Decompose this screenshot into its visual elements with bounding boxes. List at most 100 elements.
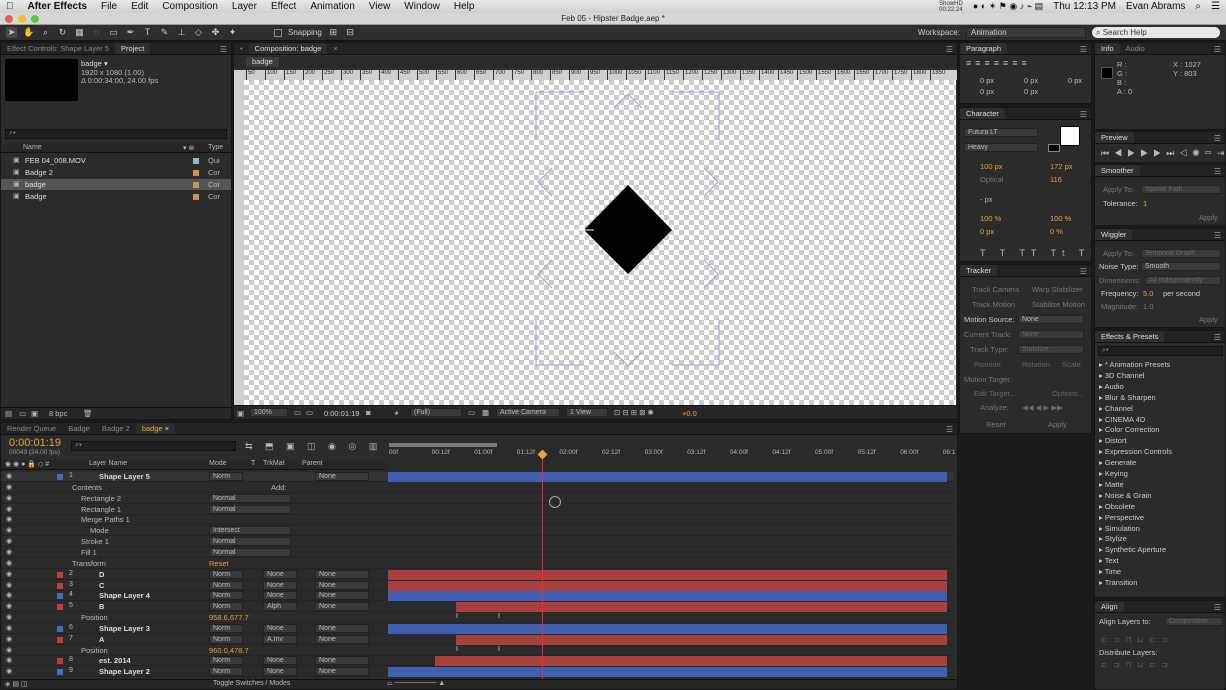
visibility-eye-icon[interactable]: ◉ bbox=[6, 515, 12, 523]
disclosure-triangle-icon[interactable]: ▸ bbox=[1099, 556, 1103, 565]
layer-duration-bar[interactable] bbox=[388, 472, 947, 482]
parent-select[interactable]: None bbox=[315, 591, 369, 601]
character-menu-icon[interactable]: ☰ bbox=[1080, 110, 1087, 119]
property-name[interactable]: Transform bbox=[72, 559, 106, 568]
timeline-search-input[interactable]: ⌕▾ bbox=[71, 441, 236, 451]
tab-character[interactable]: Character bbox=[960, 108, 1005, 119]
channel-icon[interactable]: ◕ bbox=[394, 408, 399, 417]
visibility-eye-icon[interactable]: ◉ bbox=[6, 591, 12, 599]
disclosure-triangle-icon[interactable]: ▸ bbox=[1099, 458, 1103, 467]
track-matte-select[interactable]: A.Inv bbox=[263, 634, 297, 644]
disclosure-triangle-icon[interactable]: ▸ bbox=[1099, 513, 1103, 522]
brush-tool-icon[interactable]: ✎ bbox=[159, 27, 170, 38]
space-after[interactable]: 0 px bbox=[1024, 87, 1038, 96]
property-row[interactable]: ◉ Merge Paths 1 bbox=[1, 515, 955, 526]
layer-duration-bar[interactable] bbox=[456, 602, 947, 613]
horizontal-scale[interactable]: 100 % bbox=[1050, 214, 1071, 223]
track-motion-button[interactable]: Track Motion bbox=[972, 300, 1015, 309]
align-buttons[interactable]: ⊏⊐⊓⊔⊏⊐ bbox=[1101, 635, 1174, 644]
tab-wiggler[interactable]: Wiggler bbox=[1095, 229, 1133, 240]
paragraph-menu-icon[interactable]: ☰ bbox=[1080, 45, 1087, 54]
effects-category[interactable]: ▸ Synthetic Aperture bbox=[1099, 545, 1166, 554]
col-mode[interactable]: Mode bbox=[209, 460, 227, 467]
disclosure-triangle-icon[interactable]: ▸ bbox=[1099, 425, 1103, 434]
scale-checkbox[interactable]: Scale bbox=[1062, 360, 1081, 369]
time-ruler[interactable]: 00f 00:12f 01:00f 01:12f 02:00f 02:12f 03:00f 0… bbox=[387, 443, 955, 470]
layer-duration-bar[interactable] bbox=[456, 634, 947, 645]
visibility-eye-icon[interactable]: ◉ bbox=[6, 667, 12, 675]
layer-row[interactable]: ◉ 8 est. 2014 Norm None None bbox=[1, 656, 955, 667]
kerning[interactable]: Optical bbox=[980, 175, 1003, 184]
property-name[interactable]: Mode bbox=[90, 526, 109, 535]
disclosure-triangle-icon[interactable]: ▸ bbox=[1099, 524, 1103, 533]
options-button[interactable]: Options... bbox=[1052, 389, 1084, 398]
menu-edit[interactable]: Edit bbox=[131, 1, 148, 12]
visibility-eye-icon[interactable]: ◉ bbox=[6, 494, 12, 502]
layer-name[interactable]: Shape Layer 4 bbox=[99, 591, 150, 600]
tab-paragraph[interactable]: Paragraph bbox=[960, 43, 1008, 54]
layer-label-color[interactable] bbox=[57, 604, 63, 611]
property-name[interactable]: Position bbox=[81, 646, 108, 655]
tab-align[interactable]: Align bbox=[1095, 601, 1124, 612]
eraser-tool-icon[interactable]: ◇ bbox=[193, 27, 204, 38]
tolerance-value[interactable]: 1 bbox=[1143, 199, 1147, 208]
zoom-window-button[interactable] bbox=[31, 15, 39, 23]
layer-name[interactable]: C bbox=[99, 581, 104, 590]
disclosure-triangle-icon[interactable]: ▸ bbox=[1099, 436, 1103, 445]
parent-select[interactable]: None bbox=[315, 667, 369, 677]
effects-category[interactable]: ▸ Generate bbox=[1099, 458, 1136, 467]
project-item[interactable]: ▣ Badge Cor bbox=[1, 191, 231, 202]
camera-select[interactable]: Active Camera bbox=[496, 408, 560, 417]
visibility-eye-icon[interactable]: ◉ bbox=[6, 483, 12, 491]
effects-category[interactable]: ▸ Perspective bbox=[1099, 513, 1144, 522]
effects-category[interactable]: ▸ Blur & Sharpen bbox=[1099, 393, 1156, 402]
disclosure-triangle-icon[interactable]: ▸ bbox=[1099, 371, 1103, 380]
parent-select[interactable]: None bbox=[315, 569, 369, 579]
layer-name[interactable]: Shape Layer 2 bbox=[99, 667, 150, 676]
layer-name[interactable]: Shape Layer 5 bbox=[99, 472, 150, 481]
tab-timeline-badge2[interactable]: Badge 2 bbox=[96, 423, 136, 434]
disclosure-triangle-icon[interactable]: ▸ bbox=[1099, 360, 1103, 369]
property-name[interactable]: Merge Paths 1 bbox=[81, 515, 130, 524]
visibility-eye-icon[interactable]: ◉ bbox=[6, 646, 12, 654]
col-name-header[interactable]: Name bbox=[23, 144, 42, 151]
hand-tool-icon[interactable]: ✋ bbox=[23, 27, 34, 38]
layer-name[interactable]: D bbox=[99, 570, 104, 579]
effects-category[interactable]: ▸ Matte bbox=[1099, 480, 1124, 489]
effects-category[interactable]: ▸ Color Correction bbox=[1099, 425, 1159, 434]
disclosure-triangle-icon[interactable]: ▸ bbox=[1099, 567, 1103, 576]
search-help-input[interactable]: ⌕ Search Help bbox=[1092, 27, 1220, 38]
add-property-button[interactable]: Add: bbox=[271, 483, 286, 492]
effects-category[interactable]: ▸ Obsolete bbox=[1099, 502, 1135, 511]
layer-name[interactable]: B bbox=[99, 602, 104, 611]
snapping-checkbox[interactable] bbox=[274, 28, 282, 37]
menu-help[interactable]: Help bbox=[454, 1, 475, 12]
pan-behind-tool-icon[interactable]: ◌ bbox=[91, 27, 102, 38]
disclosure-triangle-icon[interactable]: ▸ bbox=[1099, 447, 1103, 456]
property-row[interactable]: ◉ Contents Add: bbox=[1, 483, 955, 493]
effects-category[interactable]: ▸ Stylize bbox=[1099, 534, 1127, 543]
property-name[interactable]: Position bbox=[81, 613, 108, 622]
blend-mode-select[interactable]: Norm bbox=[209, 602, 243, 612]
track-matte-select[interactable]: None bbox=[263, 623, 297, 633]
zoom-tool-icon[interactable]: ⌕ bbox=[40, 27, 51, 38]
effects-category[interactable]: ▸ CINEMA 4D bbox=[1099, 415, 1145, 424]
wiggler-apply-button[interactable]: Apply bbox=[1199, 315, 1218, 324]
blend-mode-select[interactable]: Norm bbox=[209, 472, 243, 481]
close-window-button[interactable] bbox=[5, 15, 13, 23]
tab-info[interactable]: Info bbox=[1095, 43, 1120, 54]
layer-duration-bar[interactable] bbox=[388, 623, 947, 634]
visibility-eye-icon[interactable]: ◉ bbox=[6, 505, 12, 513]
grid-icon[interactable]: ▭ bbox=[294, 408, 301, 417]
effects-category[interactable]: ▸ Keying bbox=[1099, 469, 1128, 478]
project-preview-name[interactable]: badge ▾ bbox=[81, 59, 108, 68]
parent-select[interactable]: None bbox=[315, 472, 369, 481]
tracker-apply-button[interactable]: Apply bbox=[1048, 420, 1067, 429]
effects-category[interactable]: ▸ Time bbox=[1099, 567, 1121, 576]
effects-category[interactable]: ▸ * Animation Presets bbox=[1099, 360, 1170, 369]
track-matte-select[interactable]: None bbox=[263, 569, 297, 579]
puppet-tool-icon[interactable]: ✦ bbox=[227, 27, 238, 38]
layer-row[interactable]: ◉ 4 Shape Layer 4 Norm None None bbox=[1, 591, 955, 602]
visibility-eye-icon[interactable]: ◉ bbox=[6, 526, 12, 534]
track-matte-select[interactable]: None bbox=[263, 580, 297, 590]
